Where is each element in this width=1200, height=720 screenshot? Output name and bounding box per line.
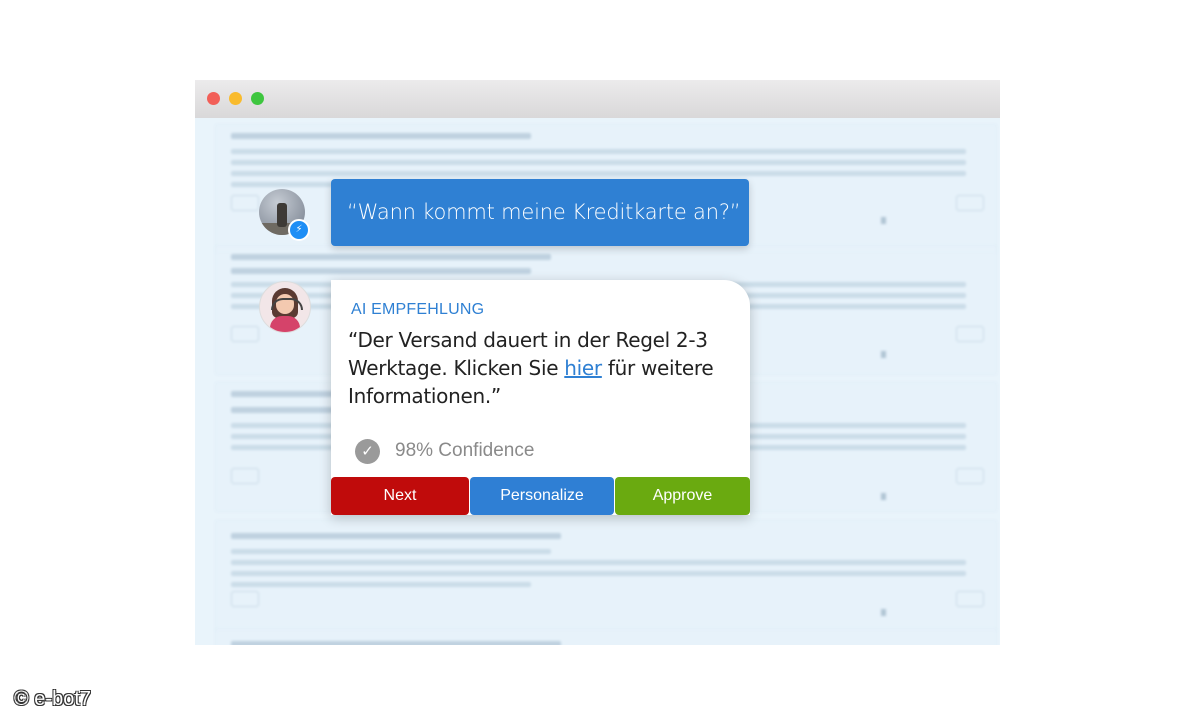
minimize-window-button[interactable]: [229, 92, 242, 105]
maximize-window-button[interactable]: [251, 92, 264, 105]
check-circle-icon: ✓: [355, 439, 380, 464]
next-button[interactable]: Next: [331, 477, 469, 515]
copyright-notice: © e-bot7: [14, 688, 92, 710]
customer-question-bubble: “Wann kommt meine Kreditkarte an?”: [331, 179, 749, 246]
background-ticket-card: [215, 520, 997, 632]
messenger-icon: ⚡: [288, 219, 310, 241]
close-window-button[interactable]: [207, 92, 220, 105]
approve-button[interactable]: Approve: [615, 477, 750, 515]
window-titlebar: [195, 80, 1000, 118]
info-link[interactable]: hier: [564, 356, 602, 380]
personalize-button[interactable]: Personalize: [470, 477, 614, 515]
ai-recommendation-label: AI EMPFEHLUNG: [351, 301, 485, 318]
background-ticket-card: [215, 628, 997, 645]
confidence-value: 98% Confidence: [395, 440, 535, 461]
ai-recommendation-card: AI EMPFEHLUNG “Der Versand dauert in der…: [331, 280, 750, 515]
ai-recommendation-message: “Der Versand dauert in der Regel 2-3 Wer…: [348, 326, 743, 410]
agent-avatar: [259, 281, 311, 333]
